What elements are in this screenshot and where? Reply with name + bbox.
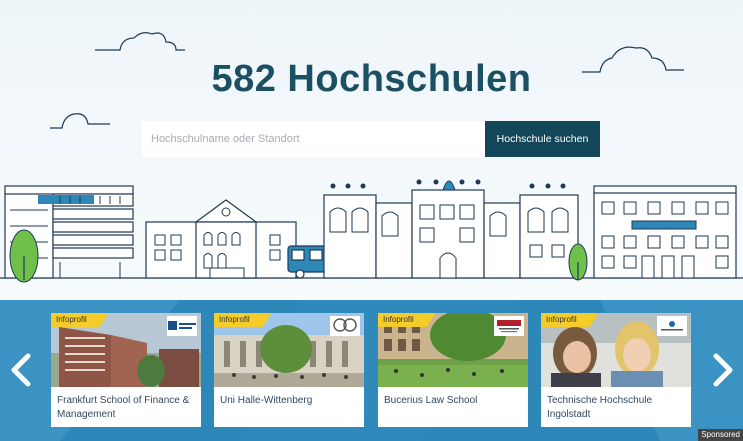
university-name: Frankfurt School of Finance & Management (57, 395, 190, 420)
university-card[interactable]: Infoprofil Technische Hochschule Ingolst… (541, 313, 691, 427)
infoprofil-badge: Infoprofil (541, 313, 599, 327)
infoprofil-badge: Infoprofil (214, 313, 272, 327)
chevron-left-icon (11, 353, 31, 387)
chevron-right-icon (713, 353, 733, 387)
university-logo (494, 316, 524, 336)
university-logo (657, 316, 687, 336)
university-logo (330, 316, 360, 336)
sponsored-label: Sponsored (698, 429, 743, 441)
university-card[interactable]: Infoprofil Uni Halle-Wittenberg (214, 313, 364, 427)
search-form: Hochschule suchen (142, 121, 600, 157)
university-logo (167, 316, 197, 336)
search-input[interactable] (142, 121, 485, 157)
infoprofil-badge: Infoprofil (378, 313, 436, 327)
university-card[interactable]: Infoprofil Frankfurt School of Finance &… (51, 313, 201, 427)
page-title: 582 Hochschulen (211, 58, 532, 100)
sponsored-carousel: Infoprofil Frankfurt School of Finance &… (0, 300, 743, 441)
university-name: Technische Hochschule Ingolstadt (547, 395, 653, 420)
university-name: Bucerius Law School (384, 395, 478, 406)
carousel-prev-button[interactable] (8, 352, 34, 388)
hero-section: 582 Hochschulen Hochschule suchen (0, 0, 743, 300)
carousel-next-button[interactable] (710, 352, 736, 388)
university-card[interactable]: Infoprofil Bucerius Law School (378, 313, 528, 427)
university-name: Uni Halle-Wittenberg (220, 395, 313, 406)
search-button[interactable]: Hochschule suchen (485, 121, 600, 157)
infoprofil-badge: Infoprofil (51, 313, 109, 327)
